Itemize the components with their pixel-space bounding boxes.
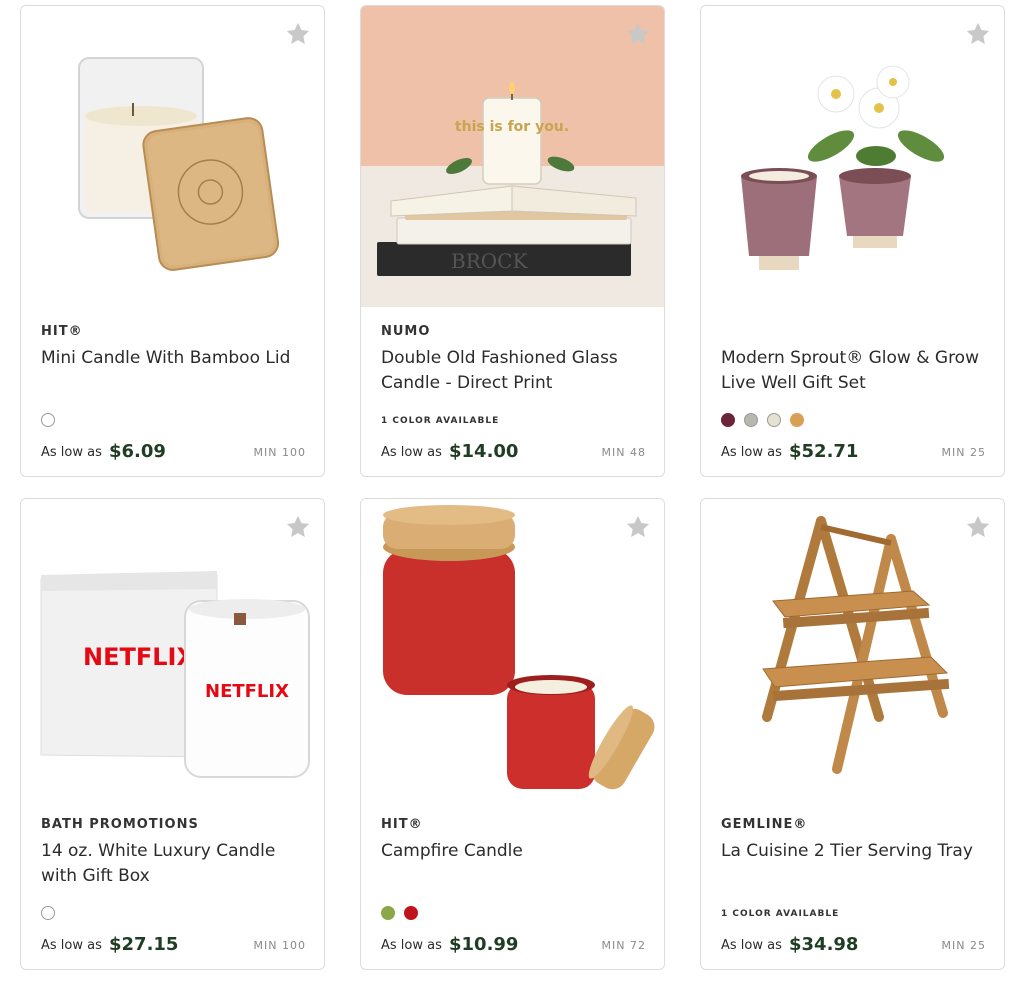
product-card[interactable]: Modern Sprout® Glow & Grow Live Well Gif…	[700, 5, 1005, 477]
brand-name: NUMO	[381, 324, 431, 339]
minimum-quantity: MIN 25	[941, 446, 986, 459]
product-image[interactable]: BROCK this is for you.	[361, 6, 664, 307]
as-low-as-label: As low as	[41, 445, 102, 460]
price-row: As low as $27.15 MIN 100	[41, 931, 306, 955]
price: $10.99	[449, 934, 519, 955]
product-card[interactable]: BROCK this is for you. NUMO Double Old F…	[360, 5, 665, 477]
minimum-quantity: MIN 100	[253, 939, 306, 952]
price-row: As low as $52.71 MIN 25	[721, 438, 986, 462]
candle-print-text: this is for you.	[455, 119, 569, 135]
color-swatch-plum[interactable]	[721, 413, 735, 427]
minimum-quantity: MIN 48	[601, 446, 646, 459]
price: $34.98	[789, 934, 859, 955]
as-low-as-label: As low as	[41, 938, 102, 953]
product-card[interactable]: GEMLINE® La Cuisine 2 Tier Serving Tray …	[700, 498, 1005, 970]
color-swatch-gray[interactable]	[744, 413, 758, 427]
candle-logo-text: NETFLIX	[205, 681, 289, 702]
color-swatches	[381, 906, 418, 920]
as-low-as-label: As low as	[721, 938, 782, 953]
colors-available-note: 1 COLOR AVAILABLE	[381, 416, 500, 426]
star-icon[interactable]	[624, 513, 652, 541]
product-image[interactable]	[21, 6, 324, 307]
color-swatch-orange[interactable]	[790, 413, 804, 427]
colors-available-note: 1 COLOR AVAILABLE	[721, 909, 840, 919]
star-icon[interactable]	[964, 20, 992, 48]
star-icon[interactable]	[284, 513, 312, 541]
minimum-quantity: MIN 72	[601, 939, 646, 952]
color-swatches	[41, 413, 55, 427]
color-swatch-cream[interactable]	[767, 413, 781, 427]
product-image[interactable]	[361, 499, 664, 800]
minimum-quantity: MIN 100	[253, 446, 306, 459]
price: $6.09	[109, 441, 166, 462]
price: $14.00	[449, 441, 519, 462]
color-swatch-white[interactable]	[41, 413, 55, 427]
color-swatch-green[interactable]	[381, 906, 395, 920]
star-icon[interactable]	[624, 20, 652, 48]
price: $27.15	[109, 934, 179, 955]
star-icon[interactable]	[284, 20, 312, 48]
brand-name: GEMLINE®	[721, 817, 808, 832]
color-swatches	[721, 413, 804, 427]
color-swatches	[41, 906, 55, 920]
brand-name: HIT®	[41, 324, 83, 339]
product-title[interactable]: 14 oz. White Luxury Candle with Gift Box	[41, 839, 311, 889]
product-image[interactable]: NETFLIX NETFLIX	[21, 499, 324, 800]
brand-name: BATH PROMOTIONS	[41, 817, 199, 832]
product-image[interactable]	[701, 499, 1004, 800]
brand-name: HIT®	[381, 817, 423, 832]
product-title[interactable]: Modern Sprout® Glow & Grow Live Well Gif…	[721, 346, 991, 396]
product-card[interactable]: HIT® Mini Candle With Bamboo Lid As low …	[20, 5, 325, 477]
color-swatch-white[interactable]	[41, 906, 55, 920]
star-icon[interactable]	[964, 513, 992, 541]
product-card[interactable]: HIT® Campfire Candle As low as $10.99 MI…	[360, 498, 665, 970]
price-row: As low as $10.99 MIN 72	[381, 931, 646, 955]
as-low-as-label: As low as	[381, 445, 442, 460]
as-low-as-label: As low as	[721, 445, 782, 460]
product-title[interactable]: Mini Candle With Bamboo Lid	[41, 346, 311, 371]
product-title[interactable]: La Cuisine 2 Tier Serving Tray	[721, 839, 991, 864]
price-row: As low as $34.98 MIN 25	[721, 931, 986, 955]
minimum-quantity: MIN 25	[941, 939, 986, 952]
product-card[interactable]: NETFLIX NETFLIX BATH PROMOTIONS 14 oz. W…	[20, 498, 325, 970]
product-title[interactable]: Double Old Fashioned Glass Candle - Dire…	[381, 346, 651, 396]
color-swatch-red[interactable]	[404, 906, 418, 920]
product-title[interactable]: Campfire Candle	[381, 839, 651, 864]
as-low-as-label: As low as	[381, 938, 442, 953]
box-logo-text: NETFLIX	[83, 643, 195, 671]
price-row: As low as $14.00 MIN 48	[381, 438, 646, 462]
book-spine-text: BROCK	[451, 249, 528, 273]
product-image[interactable]	[701, 6, 1004, 307]
price-row: As low as $6.09 MIN 100	[41, 438, 306, 462]
price: $52.71	[789, 441, 859, 462]
